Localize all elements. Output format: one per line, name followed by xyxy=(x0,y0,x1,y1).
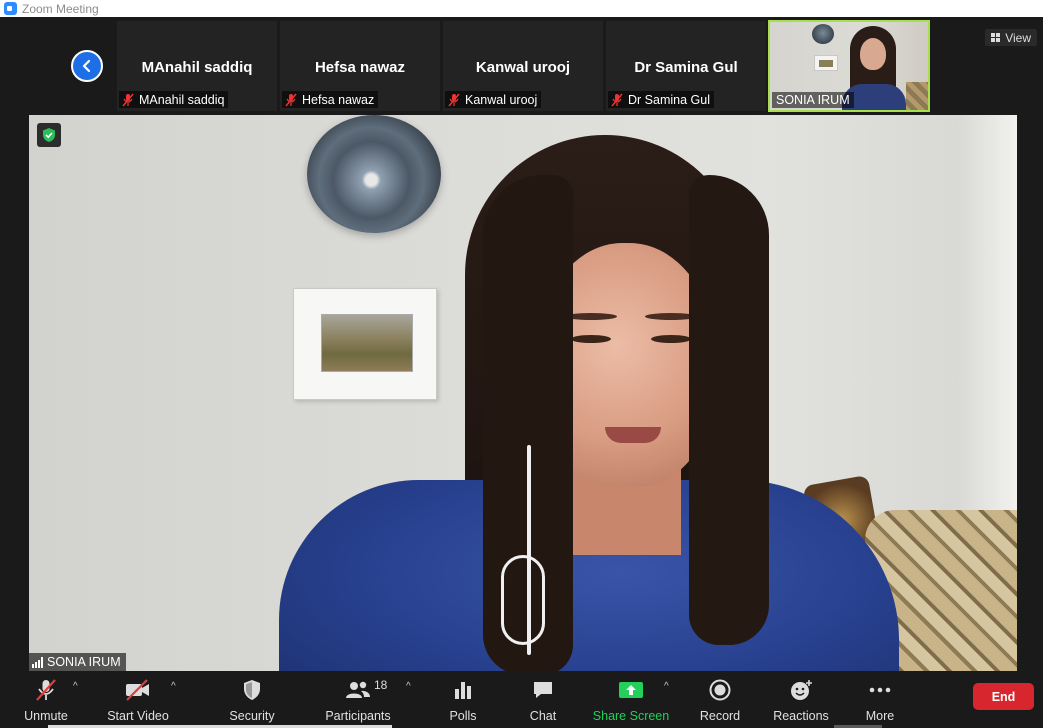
participant-label-text: Kanwal urooj xyxy=(465,92,538,107)
muted-mic-icon xyxy=(447,93,461,107)
participant-name: Dr Samina Gul xyxy=(634,59,738,76)
muted-microphone-icon xyxy=(34,677,58,703)
participants-label: Participants xyxy=(325,709,391,723)
record-icon xyxy=(708,677,732,703)
meeting-toolbar: Unmute ^ Start Video ^ Security Particip… xyxy=(0,671,1043,728)
view-label: View xyxy=(1005,30,1031,45)
more-label: More xyxy=(865,709,895,723)
speaker-name-label: SONIA IRUM xyxy=(29,653,126,671)
participant-name: Kanwal urooj xyxy=(475,59,571,76)
more-ellipsis-icon xyxy=(868,677,892,703)
polls-label: Polls xyxy=(449,709,477,723)
video-off-icon xyxy=(123,677,153,703)
window-title: Zoom Meeting xyxy=(22,1,99,16)
signal-strength-icon xyxy=(32,656,43,668)
security-shield-icon xyxy=(241,677,263,703)
start-video-button[interactable]: Start Video xyxy=(104,671,172,728)
encryption-shield-icon[interactable] xyxy=(37,123,61,147)
share-screen-arrow-icon xyxy=(618,677,644,703)
participant-label: MAnahil saddiq xyxy=(119,91,229,108)
more-button[interactable]: More xyxy=(860,671,900,728)
participants-options-chevron-icon[interactable]: ^ xyxy=(406,681,411,692)
previous-page-button[interactable] xyxy=(71,50,103,82)
grid-view-icon xyxy=(991,33,1001,42)
window-titlebar: Zoom Meeting xyxy=(0,0,1043,17)
wall-picture-decoration xyxy=(814,55,838,71)
share-screen-button[interactable]: Share Screen xyxy=(592,671,670,728)
security-label: Security xyxy=(229,709,275,723)
chat-bubble-icon xyxy=(531,677,555,703)
participant-tile[interactable]: Hefsa nawaz Hefsa nawaz xyxy=(280,21,440,111)
unmute-button[interactable]: Unmute xyxy=(20,671,72,728)
reactions-smiley-icon xyxy=(788,677,814,703)
share-screen-label: Share Screen xyxy=(592,709,670,723)
participant-label-text: MAnahil saddiq xyxy=(139,92,225,107)
reactions-label: Reactions xyxy=(773,709,829,723)
participant-tile[interactable]: Dr Samina Gul Dr Samina Gul xyxy=(606,21,766,111)
participants-count: 18 xyxy=(374,678,388,692)
zoom-logo-icon xyxy=(4,2,17,15)
participant-label-text: Hefsa nawaz xyxy=(302,92,375,107)
record-button[interactable]: Record xyxy=(698,671,742,728)
participant-name: Hefsa nawaz xyxy=(314,59,406,76)
view-button[interactable]: View xyxy=(985,29,1037,46)
audio-options-chevron-icon[interactable]: ^ xyxy=(73,681,78,692)
muted-mic-icon xyxy=(121,93,135,107)
unmute-label: Unmute xyxy=(24,709,68,723)
share-options-chevron-icon[interactable]: ^ xyxy=(664,681,669,692)
main-speaker-video: SONIA IRUM xyxy=(29,115,1017,671)
muted-mic-icon xyxy=(284,93,298,107)
chevron-left-icon xyxy=(82,59,91,73)
participant-strip: MAnahil saddiq MAnahil saddiq Hefsa nawa… xyxy=(0,17,1043,115)
participant-label: Hefsa nawaz xyxy=(282,91,379,108)
start-video-label: Start Video xyxy=(107,709,169,723)
speaker-figure xyxy=(279,135,899,671)
participant-label-text: Dr Samina Gul xyxy=(628,92,710,107)
participants-icon xyxy=(344,677,372,703)
participant-tile[interactable]: MAnahil saddiq MAnahil saddiq xyxy=(117,21,277,111)
video-options-chevron-icon[interactable]: ^ xyxy=(171,681,176,692)
polls-button[interactable]: Polls xyxy=(444,671,482,728)
participant-name: MAnahil saddiq xyxy=(141,59,253,76)
record-label: Record xyxy=(699,709,741,723)
chat-button[interactable]: Chat xyxy=(524,671,562,728)
participant-tile[interactable]: Kanwal urooj Kanwal urooj xyxy=(443,21,603,111)
active-speaker-tile[interactable]: SONIA IRUM xyxy=(768,20,930,112)
muted-mic-icon xyxy=(610,93,624,107)
security-button[interactable]: Security xyxy=(226,671,278,728)
end-meeting-button[interactable]: End xyxy=(973,683,1034,710)
wall-plate-decoration xyxy=(812,24,834,44)
polls-bar-chart-icon xyxy=(452,677,474,703)
participant-label: Dr Samina Gul xyxy=(608,91,714,108)
reactions-button[interactable]: Reactions xyxy=(772,671,830,728)
chat-label: Chat xyxy=(529,709,557,723)
active-speaker-label: SONIA IRUM xyxy=(772,92,854,108)
participant-label: Kanwal urooj xyxy=(445,91,542,108)
speaker-name-text: SONIA IRUM xyxy=(47,655,121,669)
sofa-decoration xyxy=(906,82,928,110)
